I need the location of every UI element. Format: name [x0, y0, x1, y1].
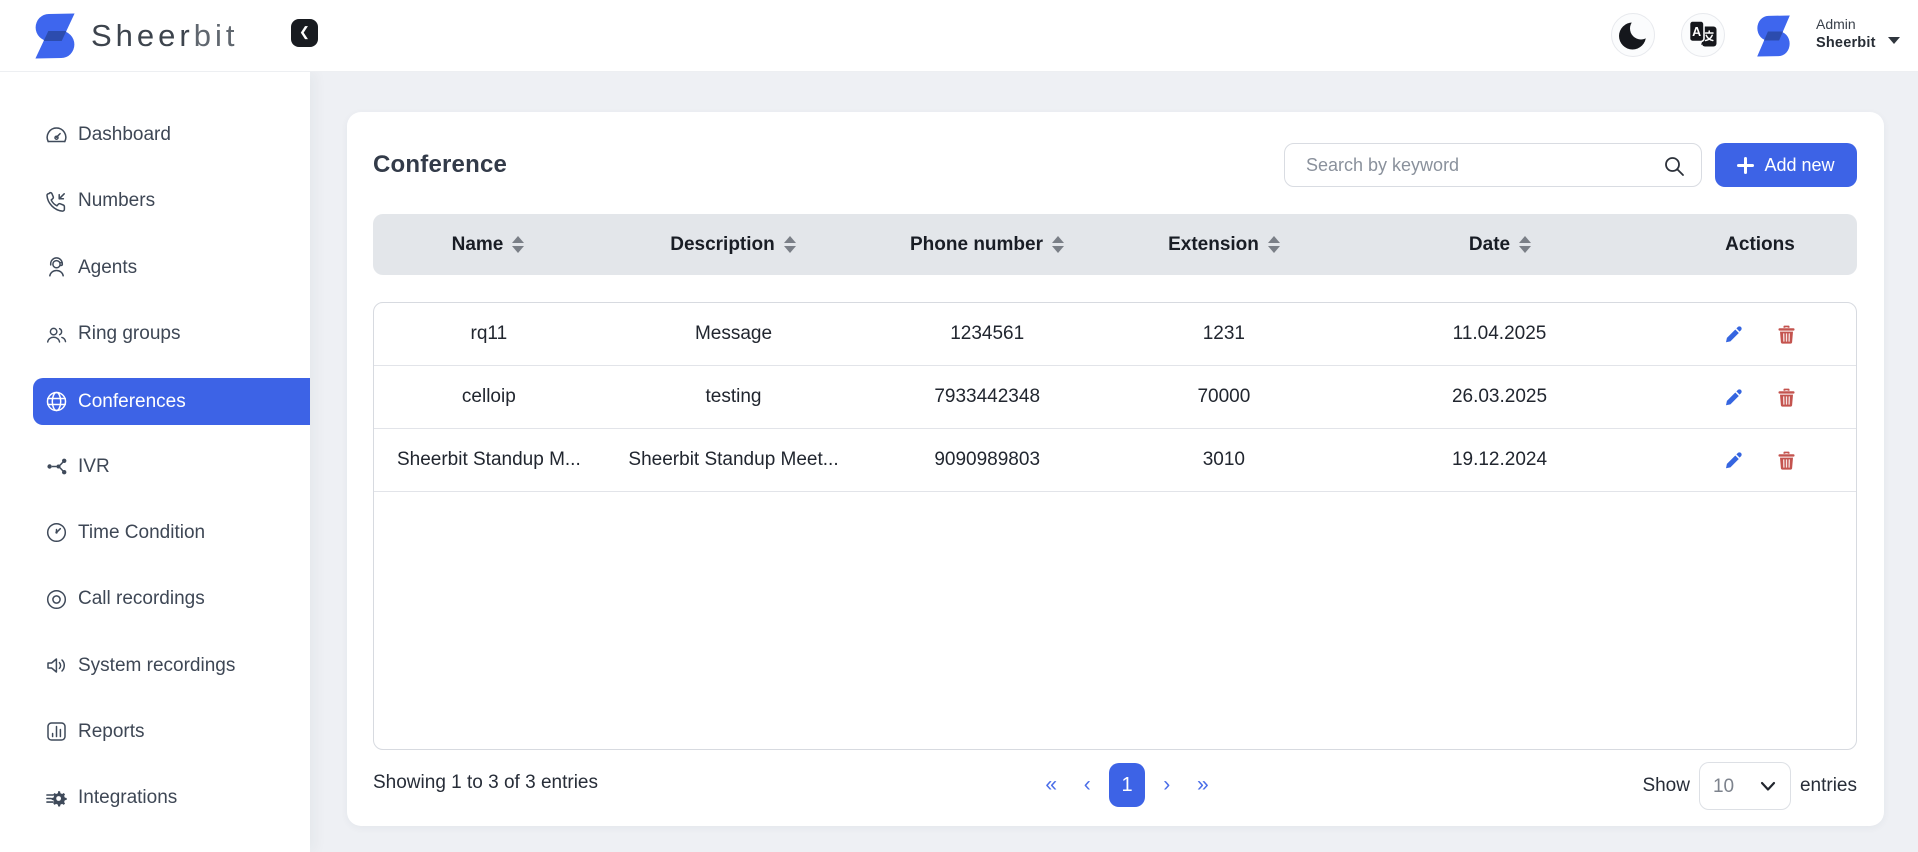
svg-text:A: A [1692, 25, 1701, 39]
